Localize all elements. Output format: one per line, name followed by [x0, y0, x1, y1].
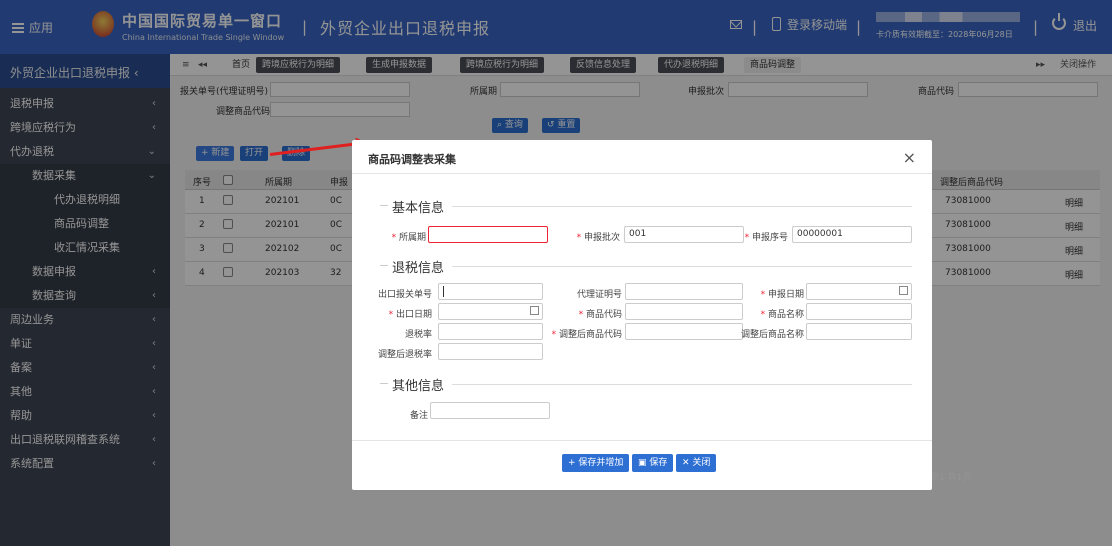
adj-code-label: * 调整后商品代码	[548, 327, 622, 340]
required-mark: *	[551, 330, 559, 340]
save-icon: ▣	[638, 458, 650, 468]
save-button[interactable]: ▣ 保存	[632, 454, 674, 472]
adj-code-label-text: 调整后商品代码	[558, 330, 622, 340]
decl-date-label-text: 申报日期	[767, 290, 804, 300]
exp-date-label: * 出口日期	[368, 307, 432, 320]
seq-label-text: 申报序号	[751, 233, 788, 243]
close-button[interactable]: ✕ 关闭	[676, 454, 717, 472]
save-label: 保存	[649, 458, 668, 468]
dialog-footer: + 保存并增加 ▣ 保存 ✕ 关闭	[352, 440, 932, 490]
goods-code-label: * 商品代码	[562, 307, 622, 320]
calendar-icon[interactable]	[899, 286, 908, 295]
rate-input[interactable]	[438, 323, 543, 340]
section-divider	[452, 384, 912, 385]
bg-no-label: 出口报关单号	[377, 290, 432, 300]
adj-code-input[interactable]	[625, 323, 743, 340]
batch-input[interactable]: 001	[624, 226, 744, 243]
batch-label-text: 申报批次	[583, 233, 620, 243]
dialog-header: 商品码调整表采集 ×	[352, 140, 932, 174]
bg-no-input[interactable]	[438, 283, 543, 300]
section-refund: 退税信息	[379, 257, 444, 276]
agent-no-input[interactable]	[625, 283, 743, 300]
text-cursor	[443, 286, 444, 297]
decl-date-label: * 申报日期	[742, 287, 804, 300]
agent-no-label: 代理证明号	[576, 290, 622, 300]
required-mark: *	[391, 233, 399, 243]
required-mark: *	[388, 310, 396, 320]
seq-input[interactable]: 00000001	[792, 226, 912, 243]
required-mark: *	[576, 233, 584, 243]
adj-name-input[interactable]	[806, 323, 912, 340]
save-and-add-button[interactable]: + 保存并增加	[562, 454, 630, 472]
section-divider	[452, 206, 912, 207]
remark-input[interactable]	[430, 402, 550, 419]
section-other: 其他信息	[379, 375, 444, 394]
adj-rate-input[interactable]	[438, 343, 543, 360]
period-label: * 所属期	[382, 230, 426, 243]
required-mark: *	[760, 310, 768, 320]
decl-date-input[interactable]	[806, 283, 912, 300]
adj-name-label: 调整后商品名称	[740, 330, 804, 340]
dialog-title: 商品码调整表采集	[368, 153, 456, 166]
required-mark: *	[760, 290, 768, 300]
goods-code-label-text: 商品代码	[585, 310, 622, 320]
period-input[interactable]	[428, 226, 548, 243]
goods-name-input[interactable]	[806, 303, 912, 320]
adj-rate-label: 调整后退税率	[377, 350, 432, 360]
required-mark: *	[744, 233, 752, 243]
section-divider	[452, 266, 912, 267]
required-mark: *	[578, 310, 586, 320]
exp-date-label-text: 出口日期	[395, 310, 432, 320]
save-and-add-label: 保存并增加	[578, 458, 624, 468]
goods-name-label-text: 商品名称	[767, 310, 804, 320]
seq-label: * 申报序号	[742, 230, 788, 243]
batch-label: * 申报批次	[562, 230, 620, 243]
close-label: 关闭	[692, 458, 711, 468]
goods-code-input[interactable]	[625, 303, 743, 320]
section-basic: 基本信息	[379, 197, 444, 216]
rate-label: 退税率	[404, 330, 432, 340]
close-x-icon: ✕	[682, 458, 693, 468]
exp-date-input[interactable]	[438, 303, 543, 320]
close-icon[interactable]: ×	[903, 148, 916, 167]
code-adjust-dialog: 商品码调整表采集 × 基本信息 * 所属期 * 申报批次 001 * 申报序号 …	[352, 140, 932, 490]
remark-label: 备注	[409, 411, 428, 421]
calendar-icon[interactable]	[530, 306, 539, 315]
plus-icon: +	[568, 458, 579, 468]
period-label-text: 所属期	[398, 233, 426, 243]
goods-name-label: * 商品名称	[742, 307, 804, 320]
